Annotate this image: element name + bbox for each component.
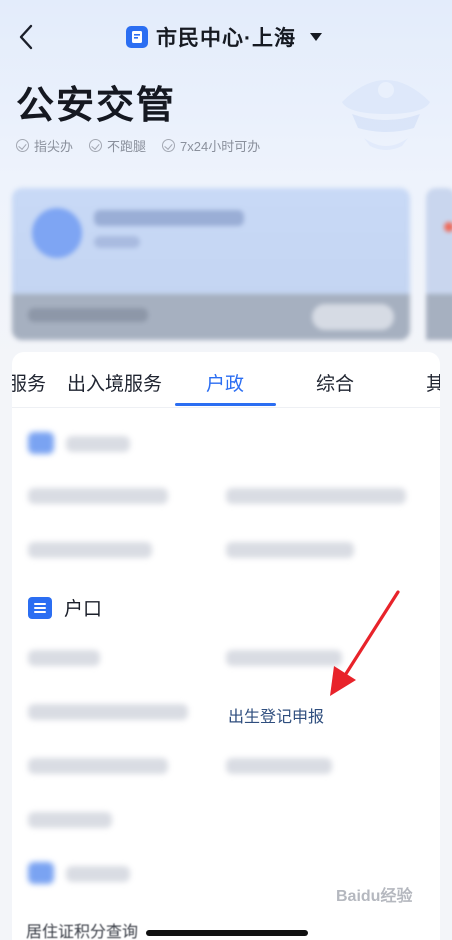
service-item[interactable] bbox=[226, 542, 354, 558]
tab-entry-exit[interactable]: 出入境服务 bbox=[67, 369, 162, 396]
feature-tag: 不跑腿 bbox=[89, 136, 146, 155]
chevron-left-icon bbox=[19, 24, 33, 50]
annotation-arrow-icon bbox=[330, 590, 400, 696]
check-circle-icon bbox=[89, 139, 103, 152]
section-title-blurred bbox=[66, 866, 130, 882]
feature-tags: 指尖办 不跑腿 7x24小时可办 bbox=[16, 136, 260, 155]
service-item[interactable] bbox=[28, 542, 152, 558]
section-icon bbox=[28, 432, 54, 454]
feature-label: 不跑腿 bbox=[107, 139, 147, 154]
feature-label: 指尖办 bbox=[34, 139, 74, 154]
service-item[interactable] bbox=[226, 488, 406, 504]
promo-banner-next[interactable] bbox=[426, 188, 452, 340]
clipped-service-item[interactable]: 居住证积分查询 bbox=[26, 918, 138, 940]
page-title: 公安交管 bbox=[16, 85, 177, 127]
banner-title-blurred bbox=[94, 210, 244, 226]
promo-banner[interactable] bbox=[12, 188, 410, 340]
banner-action-button[interactable] bbox=[312, 304, 394, 330]
check-circle-icon bbox=[162, 139, 176, 152]
feature-tag: 指尖办 bbox=[16, 136, 73, 155]
service-item[interactable] bbox=[28, 758, 168, 774]
section-header-hukou: 户口 bbox=[28, 594, 102, 621]
banner-icon bbox=[32, 208, 82, 258]
service-item[interactable] bbox=[28, 812, 112, 828]
tab-household[interactable]: 户政 bbox=[206, 369, 244, 396]
check-circle-icon bbox=[16, 139, 29, 152]
service-item[interactable] bbox=[226, 758, 332, 774]
category-tabs: 服务 出入境服务 户政 综合 其 bbox=[12, 352, 440, 408]
service-item[interactable] bbox=[28, 488, 168, 504]
caret-down-icon bbox=[310, 33, 322, 41]
tab-general[interactable]: 综合 bbox=[316, 369, 354, 396]
section-icon bbox=[28, 862, 54, 884]
banner-badge bbox=[444, 222, 452, 232]
hukou-icon bbox=[28, 596, 52, 619]
document-icon bbox=[126, 26, 148, 48]
back-button[interactable] bbox=[12, 22, 40, 52]
feature-tag: 7x24小时可办 bbox=[162, 136, 260, 155]
active-tab-indicator bbox=[175, 403, 276, 406]
service-item[interactable] bbox=[28, 650, 100, 666]
banner-subtitle-blurred bbox=[94, 236, 140, 248]
feature-label: 7x24小时可办 bbox=[180, 139, 261, 154]
section-title-blurred bbox=[66, 436, 130, 452]
birth-registration-link[interactable]: 出生登记申报 bbox=[228, 703, 324, 727]
banner-footer bbox=[426, 294, 452, 340]
section-title: 户口 bbox=[64, 599, 103, 620]
police-hat-icon bbox=[342, 80, 430, 150]
tab-more[interactable]: 其 bbox=[426, 369, 440, 396]
watermark-text: Baidu经验 bbox=[336, 888, 413, 905]
city-switch-label: 市民中心·上海 bbox=[156, 27, 296, 50]
home-indicator[interactable] bbox=[146, 930, 308, 936]
city-switcher[interactable]: 市民中心·上海 bbox=[126, 22, 322, 52]
service-item[interactable] bbox=[28, 704, 188, 720]
banner-footer-text-blurred bbox=[28, 308, 148, 322]
tab-services[interactable]: 服务 bbox=[12, 369, 46, 396]
